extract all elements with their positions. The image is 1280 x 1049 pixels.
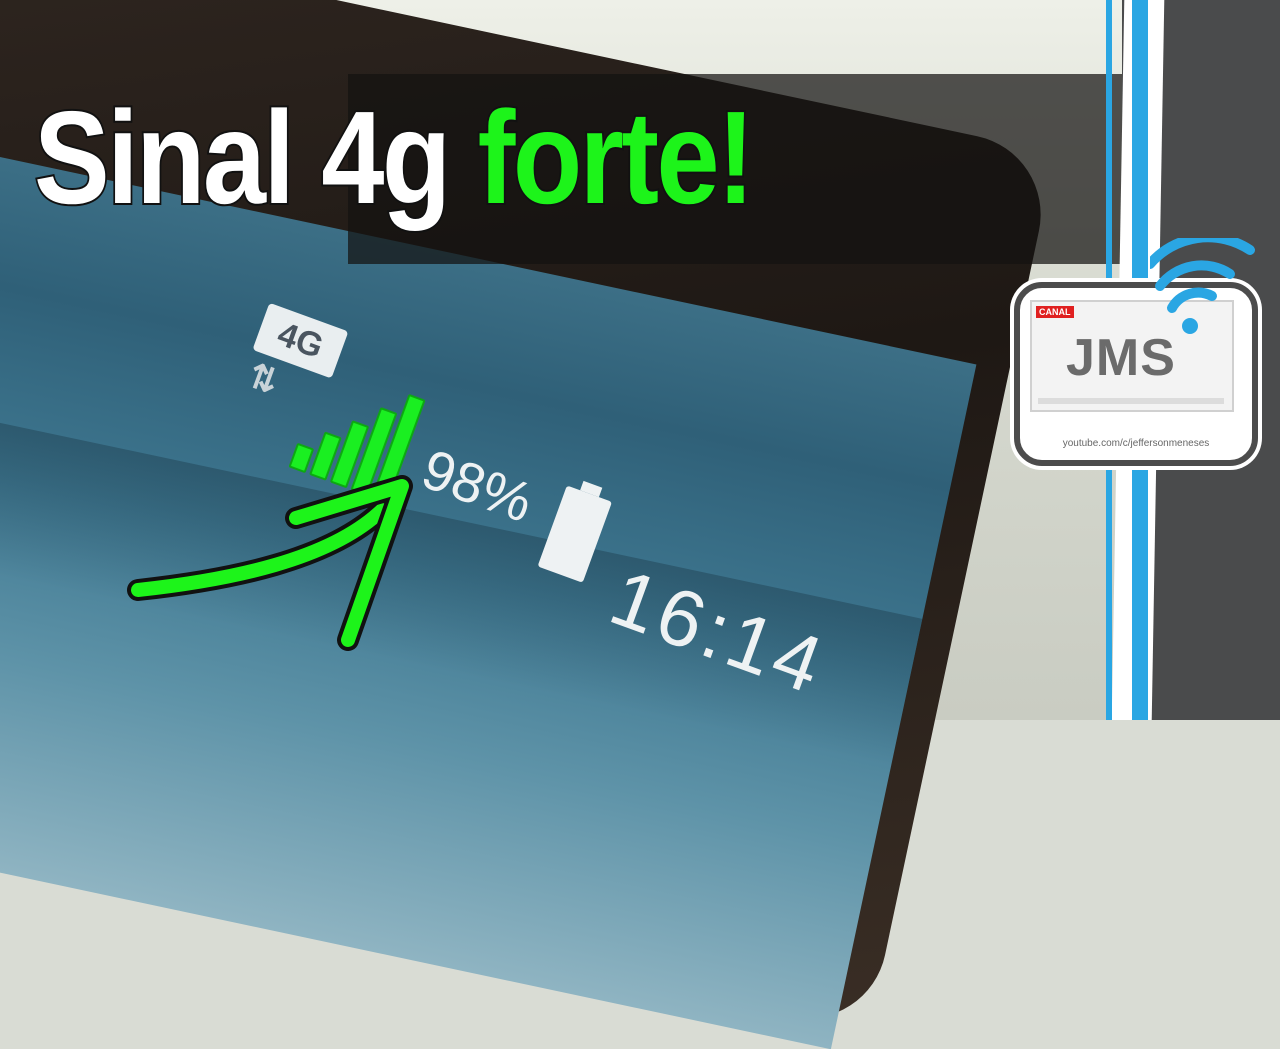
logo-progress-bar <box>1038 398 1224 404</box>
arrow-icon <box>127 475 413 651</box>
page-title: Sinal 4g forte! <box>32 90 756 226</box>
wifi-icon <box>1150 238 1255 334</box>
logo-canal-label: CANAL <box>1036 306 1074 318</box>
clock-time: 16:14 <box>599 552 837 712</box>
title-part-green: forte! <box>476 84 757 231</box>
battery-icon <box>537 485 613 583</box>
logo-url: youtube.com/c/jeffersonmeneses <box>1062 438 1210 449</box>
title-part-white: Sinal 4g <box>32 84 453 231</box>
data-transfer-icon: ⇅ <box>243 356 278 400</box>
